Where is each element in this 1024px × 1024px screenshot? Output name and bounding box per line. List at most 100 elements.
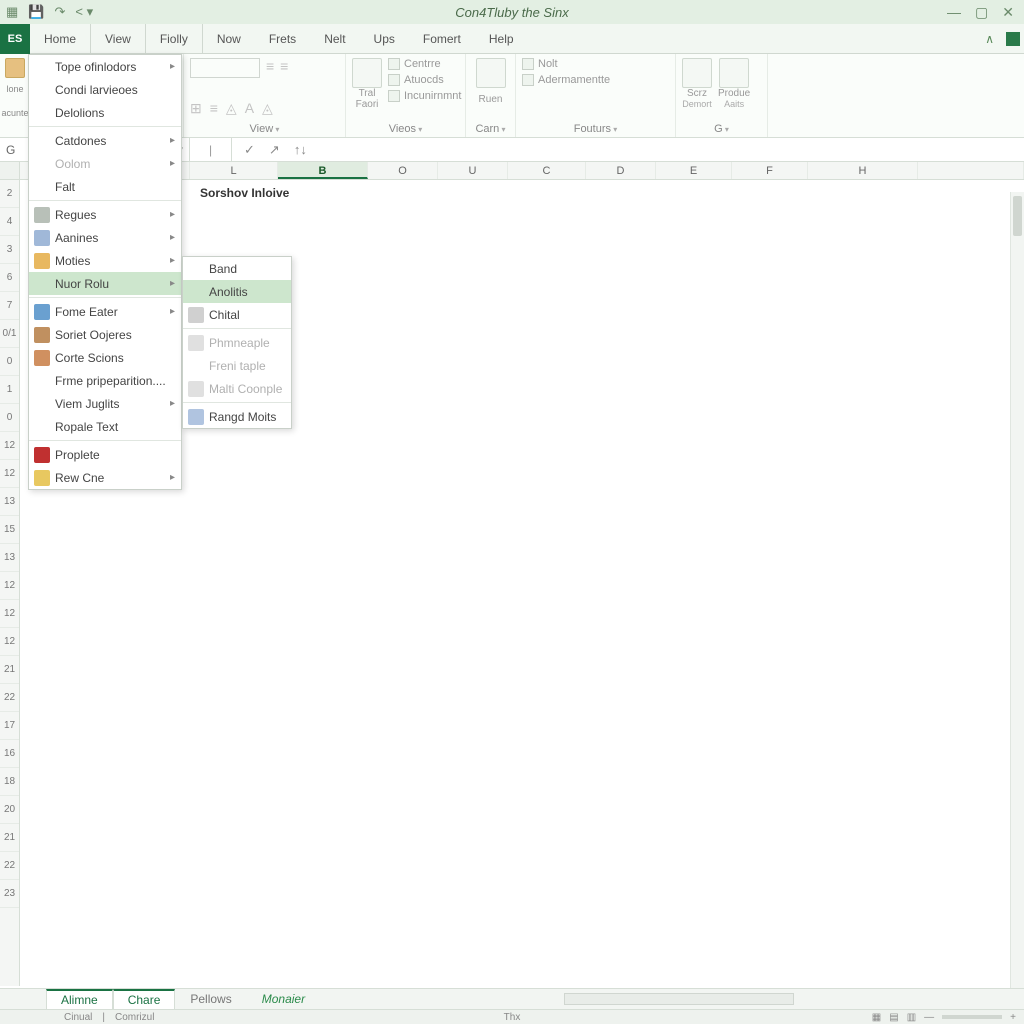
- row-header[interactable]: 7: [0, 292, 19, 320]
- tab-nelt[interactable]: Nelt: [310, 24, 359, 53]
- row-header[interactable]: 17: [0, 712, 19, 740]
- tab-fomert[interactable]: Fomert: [409, 24, 475, 53]
- row-header[interactable]: 22: [0, 852, 19, 880]
- row-header[interactable]: 1: [0, 376, 19, 404]
- arrange-icon[interactable]: [522, 74, 534, 86]
- col-F[interactable]: F: [732, 162, 808, 179]
- sheet-tab[interactable]: Monaier: [247, 989, 320, 1009]
- paste-icon[interactable]: [5, 58, 25, 78]
- ribbon-item[interactable]: Adermamentte: [538, 74, 610, 86]
- merge-icon[interactable]: ≡: [210, 100, 218, 117]
- col-O[interactable]: O: [368, 162, 438, 179]
- maximize-button[interactable]: ▢: [975, 4, 988, 21]
- tab-ups[interactable]: Ups: [360, 24, 409, 53]
- menu-item[interactable]: Regues: [29, 203, 181, 226]
- size-dropdown[interactable]: [190, 58, 260, 78]
- sheet-tab[interactable]: Alimne: [46, 989, 113, 1009]
- cancel-fx-icon[interactable]: ✓: [244, 142, 255, 158]
- row-header[interactable]: 12: [0, 432, 19, 460]
- row-header[interactable]: 22: [0, 684, 19, 712]
- menu-item[interactable]: Proplete: [29, 443, 181, 466]
- highlight-icon[interactable]: ◬: [262, 100, 273, 117]
- menu-item[interactable]: Viem Juglits: [29, 392, 181, 415]
- menu-item[interactable]: Soriet Oojeres: [29, 323, 181, 346]
- scrollbar-thumb[interactable]: [1013, 196, 1022, 236]
- fill-icon[interactable]: ◬: [226, 100, 237, 117]
- check-icon[interactable]: [388, 58, 400, 70]
- row-header[interactable]: 0: [0, 404, 19, 432]
- row-header[interactable]: 2: [0, 180, 19, 208]
- check-icon[interactable]: [388, 90, 400, 102]
- col-U[interactable]: U: [438, 162, 508, 179]
- app-button[interactable]: ES: [0, 24, 30, 54]
- row-header[interactable]: 15: [0, 516, 19, 544]
- col-L[interactable]: L: [190, 162, 278, 179]
- row-header[interactable]: 12: [0, 628, 19, 656]
- ribbon-item[interactable]: Centrre: [404, 58, 441, 70]
- ribbon-item[interactable]: Atuocds: [404, 74, 444, 86]
- check-icon[interactable]: [388, 74, 400, 86]
- zoom-big-icon[interactable]: [476, 58, 506, 88]
- zoom-slider[interactable]: [942, 1015, 1002, 1019]
- view-break-icon[interactable]: ▥: [907, 1012, 916, 1023]
- table-big-icon[interactable]: [352, 58, 382, 88]
- menu-item[interactable]: Catdones: [29, 129, 181, 152]
- row-header[interactable]: 12: [0, 600, 19, 628]
- row-header[interactable]: 21: [0, 824, 19, 852]
- tab-home[interactable]: Home: [30, 24, 91, 53]
- zoom-out-icon[interactable]: —: [924, 1012, 934, 1023]
- ribbon-item[interactable]: Nolt: [538, 58, 558, 70]
- menu-item[interactable]: Aanines: [29, 226, 181, 249]
- tab-now[interactable]: Now: [203, 24, 255, 53]
- ribbon-collapse-icon[interactable]: ∧: [985, 32, 1000, 46]
- col-B[interactable]: B: [278, 162, 368, 179]
- menu-item[interactable]: Ropale Text: [29, 415, 181, 438]
- view-normal-icon[interactable]: ▦: [872, 1012, 881, 1023]
- menu-item[interactable]: Frme pripeparition....: [29, 369, 181, 392]
- row-header[interactable]: 3: [0, 236, 19, 264]
- horizontal-scrollbar[interactable]: [564, 993, 794, 1005]
- menu-item[interactable]: Band: [183, 257, 291, 280]
- row-header[interactable]: 16: [0, 740, 19, 768]
- col-C[interactable]: C: [508, 162, 586, 179]
- vertical-scrollbar[interactable]: [1010, 192, 1024, 988]
- menu-item[interactable]: Fome Eater: [29, 300, 181, 323]
- fx-icon[interactable]: ↑↓: [294, 142, 307, 158]
- text-color-icon[interactable]: A: [245, 100, 254, 117]
- save-icon[interactable]: 💾: [28, 4, 44, 20]
- menu-item[interactable]: Rangd Moits: [183, 405, 291, 428]
- ribbon-item[interactable]: Incunirnmnt: [404, 90, 461, 102]
- macro-big-icon[interactable]: [682, 58, 712, 88]
- menu-item[interactable]: Rew Cne: [29, 466, 181, 489]
- row-header[interactable]: 12: [0, 460, 19, 488]
- row-header[interactable]: 4: [0, 208, 19, 236]
- row-header[interactable]: 23: [0, 880, 19, 908]
- tab-view[interactable]: View: [91, 24, 146, 53]
- row-header[interactable]: 13: [0, 488, 19, 516]
- ribbon-pin-icon[interactable]: [1006, 32, 1020, 46]
- menu-item[interactable]: Corte Scions: [29, 346, 181, 369]
- row-header[interactable]: 21: [0, 656, 19, 684]
- freeze-icon[interactable]: [522, 58, 534, 70]
- border-icon[interactable]: ⊞: [190, 100, 202, 117]
- outdent-icon[interactable]: ≡: [280, 58, 288, 74]
- col-E[interactable]: E: [656, 162, 732, 179]
- row-header[interactable]: 0/1: [0, 320, 19, 348]
- redo-icon[interactable]: ↷: [54, 4, 65, 20]
- select-all-corner[interactable]: [0, 162, 20, 179]
- menu-item[interactable]: Tope ofinlodors: [29, 55, 181, 78]
- close-button[interactable]: ✕: [1002, 4, 1014, 21]
- sheet-tab[interactable]: Pellows: [175, 989, 246, 1009]
- tab-help[interactable]: Help: [475, 24, 528, 53]
- row-header[interactable]: 18: [0, 768, 19, 796]
- enter-fx-icon[interactable]: ↗: [269, 142, 280, 158]
- col-H[interactable]: H: [808, 162, 918, 179]
- row-header[interactable]: 6: [0, 264, 19, 292]
- sheet-tab[interactable]: Chare: [113, 989, 176, 1009]
- zoom-in-icon[interactable]: +: [1010, 1012, 1016, 1023]
- menu-item[interactable]: Moties: [29, 249, 181, 272]
- qat-icon[interactable]: ▦: [6, 4, 18, 20]
- tab-frets[interactable]: Frets: [255, 24, 310, 53]
- minimize-button[interactable]: —: [947, 4, 961, 21]
- undo-icon[interactable]: < ▾: [75, 4, 93, 20]
